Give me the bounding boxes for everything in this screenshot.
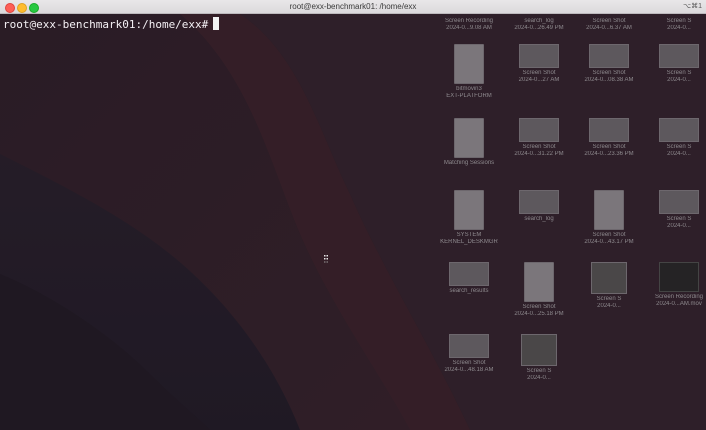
file-name-label: Screen Recording bbox=[444, 18, 494, 24]
desktop-file-item[interactable]: Screen Shot 2024-0...48.18 AM bbox=[434, 334, 504, 374]
file-date-label: KERNEL_DESKMGR bbox=[440, 239, 498, 245]
file-thumbnail-icon bbox=[519, 44, 559, 68]
file-date-label: 2024-0... bbox=[667, 223, 691, 229]
file-name-label: Screen Shot bbox=[522, 144, 556, 150]
desktop-file-item[interactable]: Screen S 2024-0... bbox=[644, 16, 706, 32]
file-date-label: 2024-0...27 AM bbox=[518, 77, 560, 83]
file-name-label: Screen S bbox=[666, 144, 692, 150]
desktop-file-item[interactable]: Screen S 2024-0... bbox=[574, 262, 644, 310]
resize-handle-icon[interactable] bbox=[324, 255, 328, 265]
desktop-file-item[interactable]: Screen S 2024-0... bbox=[644, 118, 706, 158]
file-thumbnail-icon bbox=[449, 262, 489, 286]
file-name-label: Screen Shot bbox=[452, 360, 486, 366]
desktop-file-item[interactable]: bitmovin3 EXT-PLATFORM bbox=[434, 44, 504, 100]
file-name-label: Screen Shot bbox=[592, 18, 626, 24]
desktop-file-item[interactable]: SYSTEM KERNEL_DESKMGR bbox=[434, 190, 504, 246]
file-name-label: search_log bbox=[524, 216, 554, 222]
desktop-file-item[interactable]: Screen Shot 2024-0...23.36 PM bbox=[574, 118, 644, 158]
terminal-window: Screen Recording 2024-0...9.08 AM search_l… bbox=[0, 0, 706, 430]
file-thumbnail-icon bbox=[594, 190, 624, 230]
file-name-label: Screen S bbox=[526, 368, 552, 374]
desktop-file-item[interactable]: Screen Shot 2024-0...43.17 PM bbox=[574, 190, 644, 246]
desktop-file-item[interactable]: Screen S 2024-0... bbox=[644, 44, 706, 84]
file-date-label: 2024-0... bbox=[667, 25, 691, 31]
window-title: root@exx-benchmark01: /home/exx bbox=[289, 2, 417, 11]
file-name-label: Screen Shot bbox=[592, 70, 626, 76]
file-name-label: Screen S bbox=[596, 296, 622, 302]
terminal-cursor bbox=[213, 17, 220, 30]
file-name-label: Screen S bbox=[666, 216, 692, 222]
file-date-label: 2024-0...43.17 PM bbox=[584, 239, 634, 245]
desktop-file-item[interactable]: Screen Shot 2024-0...6.37 AM bbox=[574, 16, 644, 32]
file-name-label: Matching Sessions bbox=[443, 160, 495, 166]
desktop-file-item[interactable]: Screen Recording 2024-0...9.08 AM bbox=[434, 16, 504, 32]
desktop-file-item[interactable]: Screen Shot 2024-0...25.18 PM bbox=[504, 262, 574, 318]
file-thumbnail-icon bbox=[521, 334, 557, 366]
file-name-label: SYSTEM bbox=[456, 232, 482, 238]
file-thumbnail-icon bbox=[591, 262, 627, 294]
file-name-label: Screen S bbox=[666, 70, 692, 76]
file-date-label: 2024-0...23.36 PM bbox=[584, 151, 634, 157]
file-name-label: Screen Recording bbox=[654, 294, 704, 300]
desktop-file-item[interactable]: Screen Shot 2024-0...27 AM bbox=[504, 44, 574, 84]
file-name-label: Screen Shot bbox=[592, 144, 626, 150]
file-thumbnail-icon bbox=[659, 190, 699, 214]
desktop-file-item[interactable]: search_results bbox=[434, 262, 504, 295]
file-name-label: search_results bbox=[449, 288, 489, 294]
desktop-file-item[interactable]: Screen Shot 2024-0...31.22 PM bbox=[504, 118, 574, 158]
file-thumbnail-icon bbox=[659, 118, 699, 142]
file-date-label: 2024-0...6.37 AM bbox=[586, 25, 632, 31]
file-date-label: 2024-0...9.08 AM bbox=[446, 25, 492, 31]
desktop-file-item[interactable]: Matching Sessions bbox=[434, 118, 504, 167]
desktop-file-item[interactable]: Screen S 2024-0... bbox=[504, 334, 574, 382]
file-thumbnail-icon bbox=[454, 118, 484, 158]
file-name-label: search_log bbox=[524, 18, 554, 24]
terminal-prompt-line[interactable]: root@exx-benchmark01:/home/exx# bbox=[3, 17, 220, 32]
file-date-label: 2024-0... bbox=[667, 77, 691, 83]
file-thumbnail-icon bbox=[524, 262, 554, 302]
window-shortcut: ⌥⌘1 bbox=[683, 3, 702, 10]
file-date-label: 2024-0...26.49 PM bbox=[514, 25, 564, 31]
file-date-label: 2024-0...31.22 PM bbox=[514, 151, 564, 157]
desktop-file-item[interactable]: search_log 2024-0...26.49 PM bbox=[504, 16, 574, 32]
terminal-prompt: root@exx-benchmark01:/home/exx# bbox=[3, 18, 209, 31]
file-name-label: Screen S bbox=[666, 18, 692, 24]
file-thumbnail-icon bbox=[519, 118, 559, 142]
file-name-label: Screen Shot bbox=[522, 70, 556, 76]
file-date-label: 2024-0... bbox=[597, 303, 621, 309]
file-thumbnail-icon bbox=[589, 44, 629, 68]
file-thumbnail-icon bbox=[589, 118, 629, 142]
title-bar[interactable]: root@exx-benchmark01: /home/exx ⌥⌘1 bbox=[0, 0, 706, 14]
desktop-file-item[interactable]: Screen Recording 2024-0...AM.mov bbox=[644, 262, 706, 308]
file-thumbnail-icon bbox=[454, 44, 484, 84]
file-name-label: bitmovin3 bbox=[456, 86, 482, 92]
file-date-label: 2024-0... bbox=[667, 151, 691, 157]
file-date-label: 2024-0...48.18 AM bbox=[444, 367, 494, 373]
file-date-label: 2024-0...25.18 PM bbox=[514, 311, 564, 317]
file-thumbnail-icon bbox=[659, 44, 699, 68]
file-date-label: 2024-0...08.38 AM bbox=[584, 77, 634, 83]
desktop-file-item[interactable]: Screen Shot 2024-0...08.38 AM bbox=[574, 44, 644, 84]
file-thumbnail-icon bbox=[659, 262, 699, 292]
file-thumbnail-icon bbox=[449, 334, 489, 358]
file-thumbnail-icon bbox=[454, 190, 484, 230]
desktop-file-item[interactable]: search_log bbox=[504, 190, 574, 223]
file-date-label: 2024-0... bbox=[527, 375, 551, 381]
file-name-label: Screen Shot bbox=[522, 304, 556, 310]
file-thumbnail-icon bbox=[519, 190, 559, 214]
file-date-label: EXT-PLATFORM bbox=[446, 93, 492, 99]
desktop-file-item[interactable]: Screen S 2024-0... bbox=[644, 190, 706, 230]
file-date-label: 2024-0...AM.mov bbox=[656, 301, 702, 307]
file-name-label: Screen Shot bbox=[592, 232, 626, 238]
